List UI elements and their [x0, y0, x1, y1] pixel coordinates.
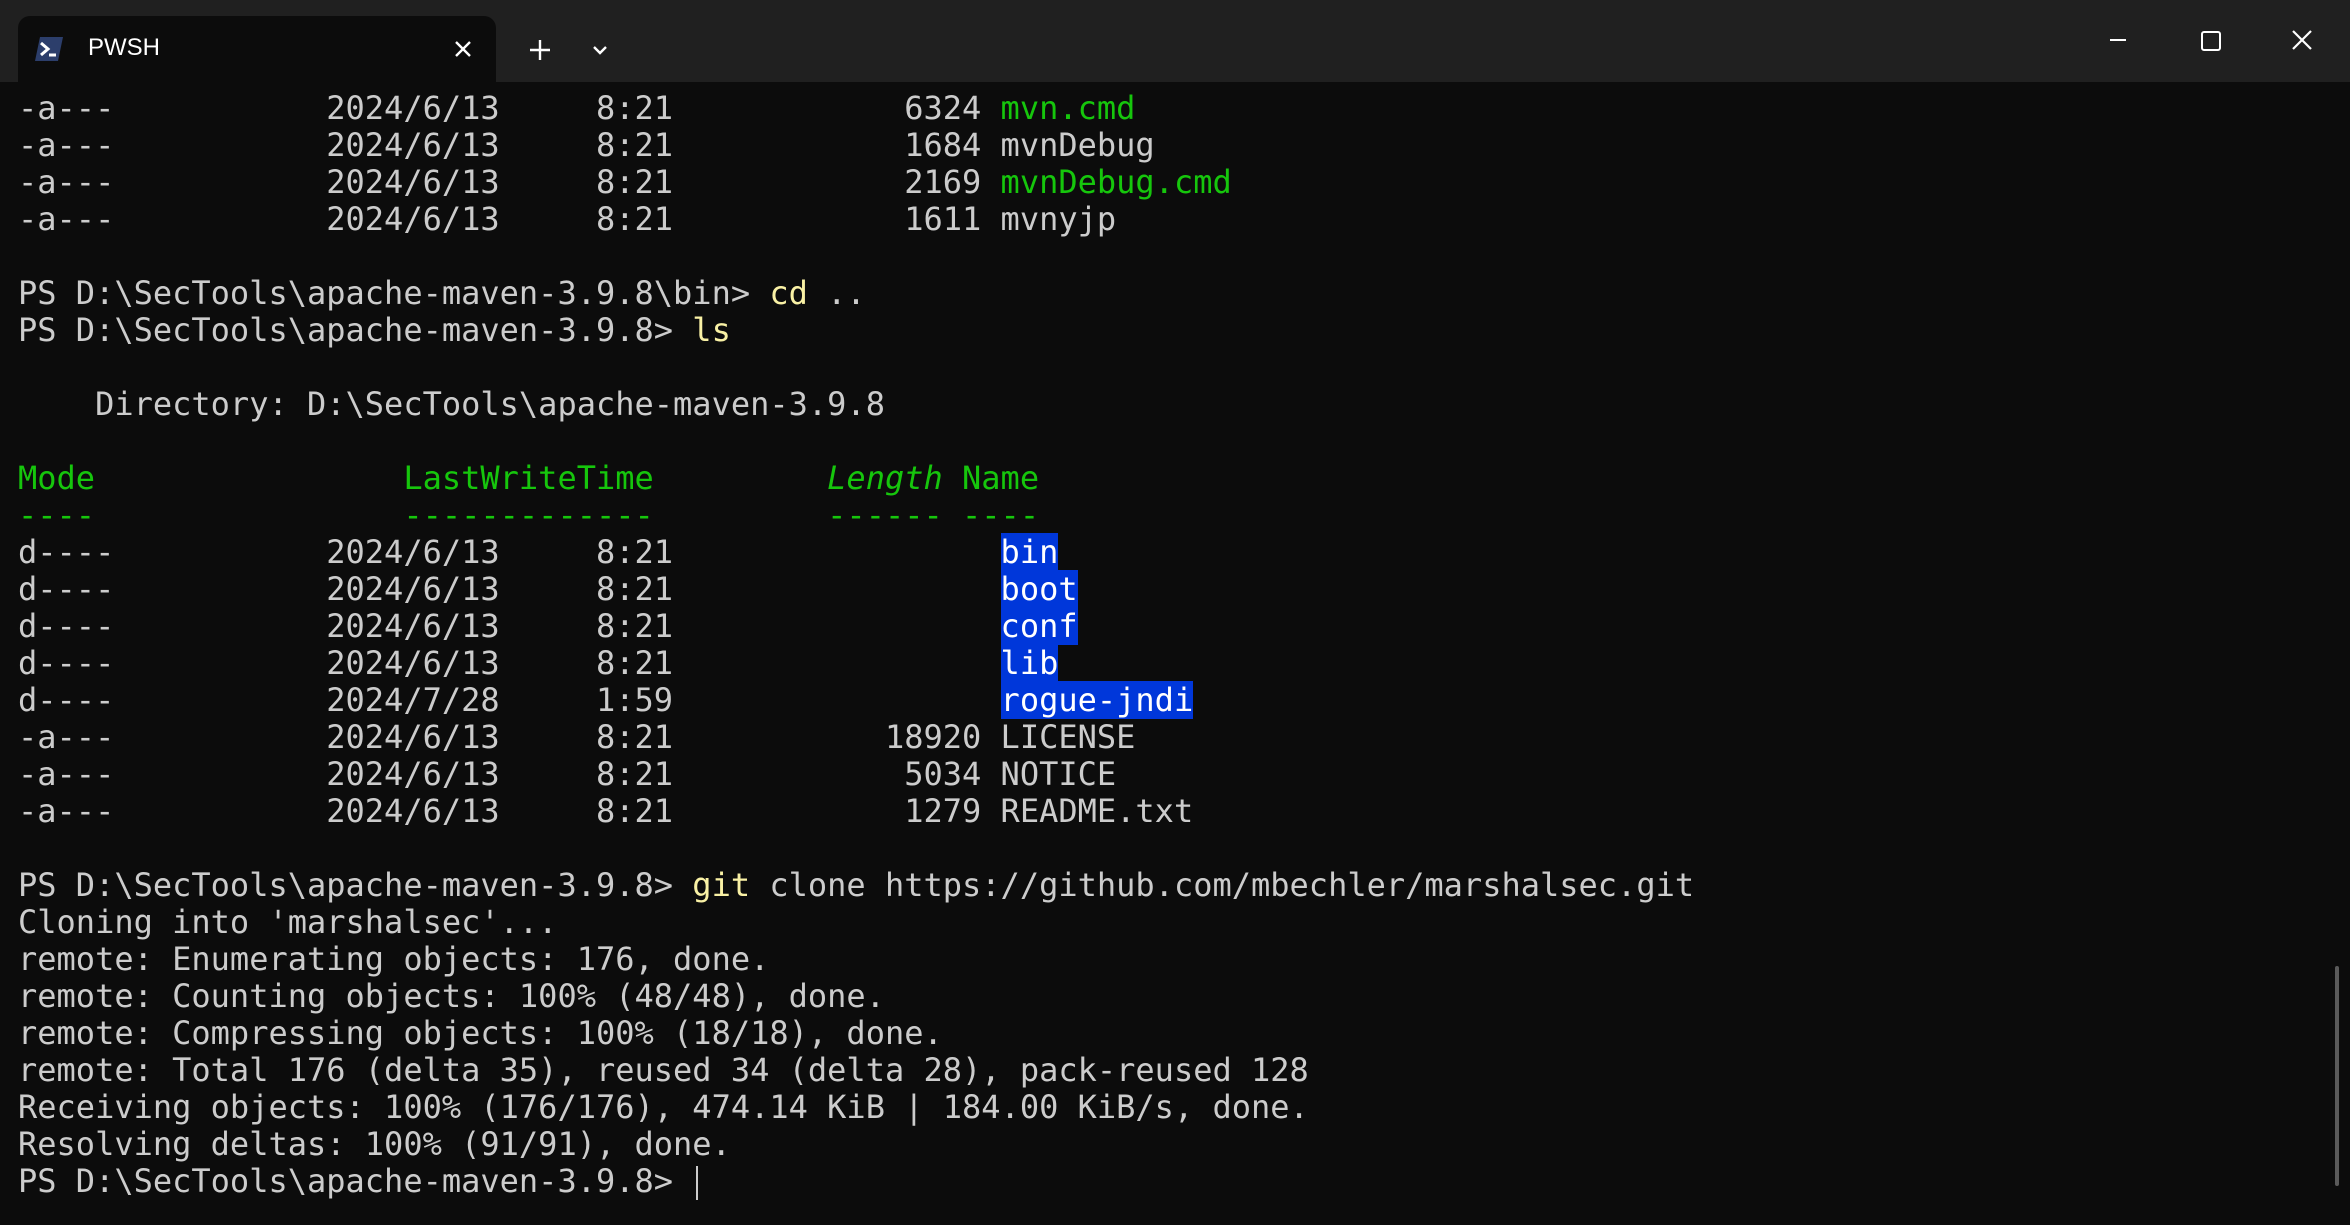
maximize-icon[interactable]: [2180, 14, 2240, 66]
row-meta: -a--- 2024/6/13 8:21 5034: [18, 755, 1001, 793]
row-meta: -a--- 2024/6/13 8:21 1279: [18, 792, 1001, 830]
prompt: PS D:\SecTools\apache-maven-3.9.8\bin>: [18, 274, 770, 312]
directory-name: conf: [1000, 607, 1078, 645]
file-name: mvnDebug.cmd: [1000, 163, 1232, 201]
prompt: PS D:\SecTools\apache-maven-3.9.8>: [18, 311, 693, 349]
row-meta: d---- 2024/6/13 8:21: [18, 570, 1001, 608]
git-output-line: remote: Compressing objects: 100% (18/18…: [18, 1014, 943, 1052]
tab-title: PWSH: [88, 34, 160, 61]
git-output-line: remote: Enumerating objects: 176, done.: [18, 940, 770, 978]
command-line: PS D:\SecTools\apache-maven-3.9.8> git c…: [18, 867, 2318, 904]
separator-length: ------: [827, 496, 943, 534]
chevron-down-icon[interactable]: [580, 30, 620, 70]
listing-row: -a--- 2024/6/13 8:21 1611 mvnyjp: [18, 201, 2318, 238]
command-line: PS D:\SecTools\apache-maven-3.9.8> ls: [18, 312, 2318, 349]
file-name: README.txt: [1000, 792, 1194, 830]
row-meta: d---- 2024/6/13 8:21: [18, 644, 1001, 682]
header-lastwritetime: LastWriteTime: [403, 459, 654, 497]
file-name: mvnyjp: [1000, 200, 1117, 238]
header-mode: Mode: [18, 459, 96, 497]
plus-icon[interactable]: [520, 30, 560, 70]
command-name: cd: [769, 274, 808, 312]
close-icon[interactable]: [2272, 14, 2332, 66]
directory-name: bin: [1000, 533, 1059, 571]
terminal-window: PWSH -a--- 2024/6/13 8:21 6324 mvn.cmd -…: [0, 0, 2350, 1225]
text-cursor: [696, 1166, 699, 1200]
terminal-output[interactable]: -a--- 2024/6/13 8:21 6324 mvn.cmd -a--- 2…: [18, 90, 2318, 1220]
separator-mode: ----: [18, 496, 96, 534]
listing-row: -a--- 2024/6/13 8:21 5034 NOTICE: [18, 756, 2318, 793]
directory-header: Directory: D:\SecTools\apache-maven-3.9.…: [18, 385, 885, 423]
row-meta: -a--- 2024/6/13 8:21 6324: [18, 90, 1001, 127]
git-output-line: remote: Counting objects: 100% (48/48), …: [18, 977, 885, 1015]
file-name: NOTICE: [1000, 755, 1117, 793]
row-meta: -a--- 2024/6/13 8:21 1611: [18, 200, 1001, 238]
current-prompt-line[interactable]: PS D:\SecTools\apache-maven-3.9.8>: [18, 1163, 2318, 1200]
file-name: mvnDebug: [1000, 126, 1155, 164]
git-output-line: Receiving objects: 100% (176/176), 474.1…: [18, 1088, 1309, 1126]
prompt: PS D:\SecTools\apache-maven-3.9.8>: [18, 1162, 693, 1200]
git-output-line: Resolving deltas: 100% (91/91), done.: [18, 1125, 731, 1163]
listing-row: d---- 2024/6/13 8:21 lib: [18, 644, 2318, 682]
command-args: clone https://github.com/mbechler/marsha…: [750, 866, 1695, 904]
column-separators: ---- ------------- ------ ----: [18, 497, 2318, 534]
separator-name: ----: [962, 496, 1040, 534]
header-length: Length: [827, 459, 943, 497]
close-tab-icon[interactable]: [450, 36, 476, 62]
row-meta: d---- 2024/7/28 1:59: [18, 681, 1001, 719]
listing-row: d---- 2024/7/28 1:59 rogue-jndi: [18, 681, 2318, 719]
separator-lastwritetime: -------------: [403, 496, 654, 534]
file-name: LICENSE: [1000, 718, 1136, 756]
row-meta: -a--- 2024/6/13 8:21 1684: [18, 126, 1001, 164]
git-output-line: Cloning into 'marshalsec'...: [18, 903, 558, 941]
listing-row: -a--- 2024/6/13 8:21 1279 README.txt: [18, 793, 2318, 830]
directory-name: rogue-jndi: [1000, 681, 1194, 719]
listing-row: d---- 2024/6/13 8:21 conf: [18, 607, 2318, 645]
directory-name: boot: [1000, 570, 1078, 608]
listing-row: -a--- 2024/6/13 8:21 18920 LICENSE: [18, 719, 2318, 756]
column-headers: Mode LastWriteTime Length Name: [18, 460, 2318, 497]
command-name: ls: [692, 311, 731, 349]
listing-row: d---- 2024/6/13 8:21 boot: [18, 570, 2318, 608]
powershell-icon: [34, 34, 64, 64]
listing-row: -a--- 2024/6/13 8:21 6324 mvn.cmd: [18, 90, 2318, 127]
row-meta: -a--- 2024/6/13 8:21 2169: [18, 163, 1001, 201]
directory-name: lib: [1000, 644, 1059, 682]
prompt: PS D:\SecTools\apache-maven-3.9.8>: [18, 866, 693, 904]
row-meta: -a--- 2024/6/13 8:21 18920: [18, 718, 1001, 756]
command-name: git: [692, 866, 751, 904]
listing-row: -a--- 2024/6/13 8:21 2169 mvnDebug.cmd: [18, 164, 2318, 201]
command-line: PS D:\SecTools\apache-maven-3.9.8\bin> c…: [18, 275, 2318, 312]
minimize-icon[interactable]: [2088, 14, 2148, 66]
listing-row: -a--- 2024/6/13 8:21 1684 mvnDebug: [18, 127, 2318, 164]
scrollbar[interactable]: [2335, 966, 2339, 1186]
header-name: Name: [962, 459, 1040, 497]
listing-row: d---- 2024/6/13 8:21 bin: [18, 533, 2318, 571]
command-args: ..: [807, 274, 866, 312]
tab-pwsh[interactable]: PWSH: [18, 16, 496, 82]
row-meta: d---- 2024/6/13 8:21: [18, 607, 1001, 645]
title-bar: PWSH: [0, 0, 2350, 82]
row-meta: d---- 2024/6/13 8:21: [18, 533, 1001, 571]
git-output-line: remote: Total 176 (delta 35), reused 34 …: [18, 1051, 1309, 1089]
file-name: mvn.cmd: [1000, 90, 1136, 127]
